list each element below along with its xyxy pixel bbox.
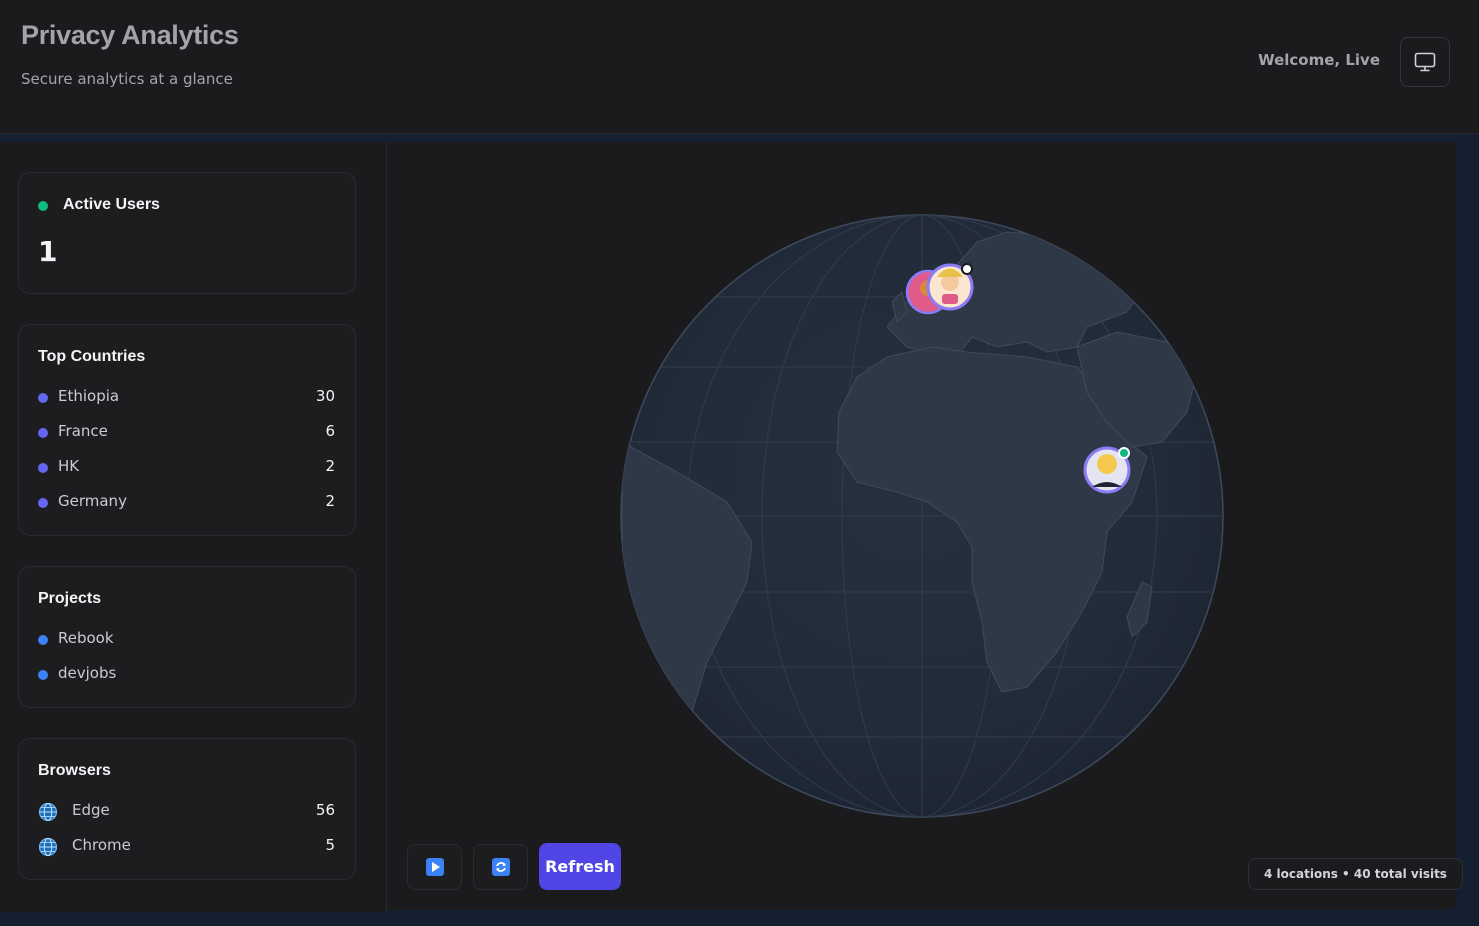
project-name: devjobs (58, 664, 117, 682)
top-countries-title: Top Countries (38, 348, 146, 365)
top-countries-card: Top Countries Ethiopia 30 France 6 HK 2 … (18, 324, 356, 536)
globe-panel: Refresh 4 locations • 40 total visits (387, 142, 1463, 910)
country-count: 6 (325, 422, 335, 440)
country-row: Ethiopia 30 (38, 387, 335, 409)
browsers-card: Browsers Edge 56 Chrome 5 (18, 738, 356, 880)
country-name: Ethiopia (58, 387, 120, 405)
browser-row: Edge 56 (38, 801, 335, 823)
country-row: HK 2 (38, 457, 335, 479)
app-title: Privacy Analytics (21, 20, 239, 50)
country-count: 2 (325, 492, 335, 510)
browser-row: Chrome 5 (38, 836, 335, 858)
app-subtitle: Secure analytics at a glance (21, 70, 233, 88)
project-row[interactable]: Rebook (38, 629, 335, 651)
active-users-title: Active Users (63, 196, 160, 213)
play-icon (425, 858, 444, 876)
online-status-dot (38, 201, 48, 211)
country-name: France (58, 422, 108, 440)
play-rotation-button[interactable] (407, 844, 462, 890)
reset-view-button[interactable] (473, 844, 528, 890)
country-row: Germany 2 (38, 492, 335, 514)
welcome-text: Welcome, Live (1258, 51, 1380, 69)
refresh-button[interactable]: Refresh (539, 843, 621, 890)
country-dot (38, 498, 48, 508)
visitor-marker-ethiopia[interactable] (1083, 446, 1131, 494)
world-globe[interactable] (387, 142, 1457, 842)
active-users-card: Active Users 1 (18, 172, 356, 294)
project-row[interactable]: devjobs (38, 664, 335, 686)
project-dot (38, 670, 48, 680)
country-dot (38, 428, 48, 438)
visitor-marker-germany[interactable] (926, 263, 974, 311)
online-indicator (1118, 447, 1130, 459)
locations-summary-badge: 4 locations • 40 total visits (1248, 858, 1463, 890)
project-dot (38, 635, 48, 645)
project-name: Rebook (58, 629, 114, 647)
country-name: Germany (58, 492, 127, 510)
globe-icon (38, 802, 58, 822)
online-indicator (961, 263, 973, 275)
country-dot (38, 393, 48, 403)
browser-count: 56 (315, 801, 335, 819)
globe-icon (38, 837, 58, 857)
country-name: HK (58, 457, 80, 475)
browser-count: 5 (325, 836, 335, 854)
projects-card: Projects Rebook devjobs (18, 566, 356, 708)
monitor-icon (1414, 52, 1436, 72)
rotate-icon (491, 858, 510, 876)
country-dot (38, 463, 48, 473)
active-users-count: 1 (38, 235, 58, 268)
country-count: 30 (315, 387, 335, 405)
app-header: Privacy Analytics Secure analytics at a … (0, 0, 1479, 134)
browser-name: Chrome (72, 836, 131, 854)
sidebar: Active Users 1 Top Countries Ethiopia 30… (0, 142, 387, 912)
display-mode-button[interactable] (1400, 37, 1450, 87)
country-row: France 6 (38, 422, 335, 444)
projects-title: Projects (38, 590, 102, 607)
country-count: 2 (325, 457, 335, 475)
browsers-title: Browsers (38, 762, 111, 779)
browser-name: Edge (72, 801, 110, 819)
